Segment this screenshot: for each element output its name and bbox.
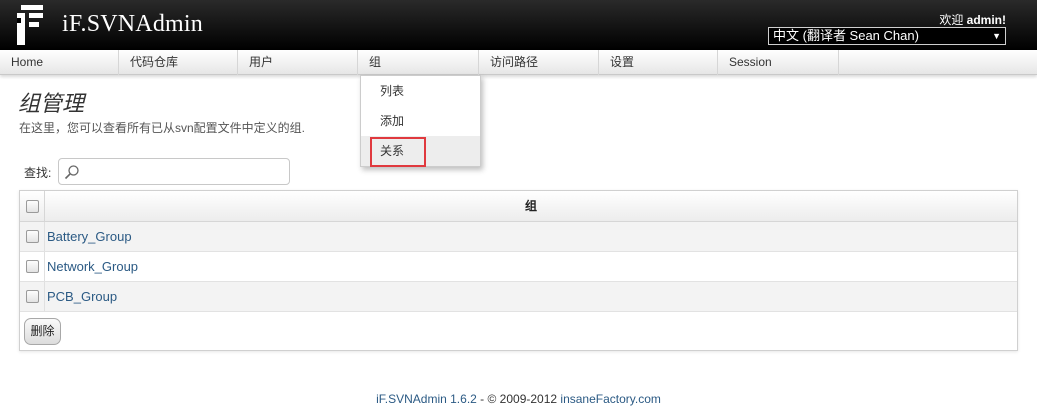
row-checkbox[interactable] [26,260,39,273]
table-row: PCB_Group [20,282,1017,312]
table-row: Network_Group [20,252,1017,282]
groups-table: 组 Battery_Group Network_Group PCB_Group … [19,190,1018,351]
svnadmin-logo-icon[interactable] [17,5,43,45]
table-row: Battery_Group [20,222,1017,252]
nav-item-users[interactable]: 用户 [238,50,358,75]
nav-item-access-paths[interactable]: 访问路径 [479,50,599,75]
footer: iF.SVNAdmin 1.6.2 - © 2009-2012 insaneFa… [0,392,1037,406]
footer-company-link[interactable]: insaneFactory.com [560,392,660,406]
menu-item-add[interactable]: 添加 [361,106,480,136]
language-selected-value: 中文 (翻译者 Sean Chan) [773,28,919,43]
footer-app-version[interactable]: iF.SVNAdmin 1.6.2 [376,392,477,406]
page-title: 组管理 [18,91,85,116]
select-all-checkbox[interactable] [26,200,39,213]
group-link[interactable]: PCB_Group [47,282,117,311]
row-checkbox[interactable] [26,290,39,303]
app-title[interactable]: iF.SVNAdmin [62,11,203,38]
current-username: admin! [966,13,1006,27]
search-label: 查找: [24,166,52,180]
row-checkbox[interactable] [26,230,39,243]
group-link[interactable]: Network_Group [47,252,138,281]
app-header: iF.SVNAdmin 欢迎 admin! 中文 (翻译者 Sean Chan)… [0,0,1037,50]
chevron-down-icon: ▼ [992,31,1001,41]
welcome-message: 欢迎 admin! [939,11,1006,28]
page-description: 在这里，您可以查看所有已从svn配置文件中定义的组. [19,121,306,135]
row-check-cell [20,282,45,311]
footer-copyright: © 2009-2012 [487,392,561,406]
nav-item-groups[interactable]: 组 [358,50,479,75]
row-check-cell [20,252,45,281]
search-icon [64,165,79,180]
groups-dropdown-menu: 列表 添加 关系 [360,75,481,167]
menu-item-relations[interactable]: 关系 [361,136,480,167]
main-nav: Home 代码仓库 用户 组 访问路径 设置 Session [0,50,1037,75]
column-header-group[interactable]: 组 [45,191,1017,222]
group-link[interactable]: Battery_Group [47,222,132,251]
delete-button[interactable]: 删除 [24,318,61,345]
select-all-cell [20,191,45,222]
nav-item-settings[interactable]: 设置 [599,50,718,75]
footer-separator: - [476,392,488,406]
nav-item-home[interactable]: Home [0,50,119,75]
welcome-prefix: 欢迎 [939,13,967,27]
row-check-cell [20,222,45,251]
nav-item-repositories[interactable]: 代码仓库 [119,50,238,75]
language-select[interactable]: 中文 (翻译者 Sean Chan) ▼ [768,27,1006,45]
search-input[interactable] [58,158,290,185]
menu-item-list[interactable]: 列表 [361,76,480,106]
highlight-box [370,137,426,167]
table-header: 组 [20,191,1017,222]
nav-item-session[interactable]: Session [718,50,839,75]
